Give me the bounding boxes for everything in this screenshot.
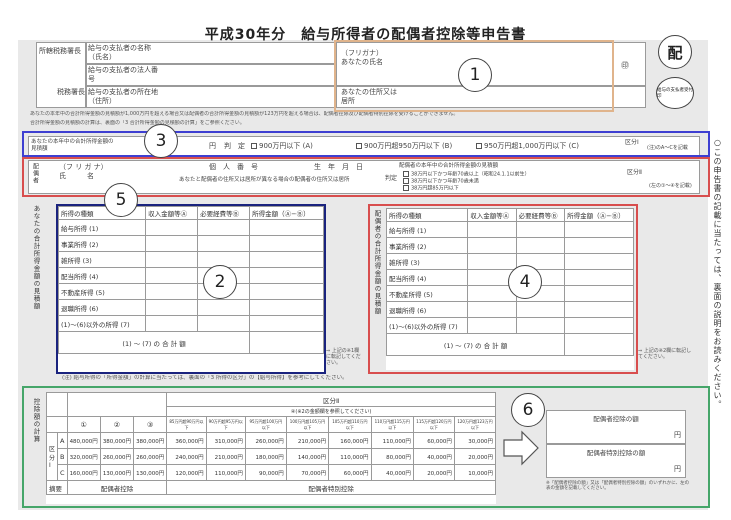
tax-office-cell[interactable]: 所轄税務署長 税務署長 [36, 42, 86, 108]
highlight-box-2 [56, 204, 326, 374]
tax-office-label: 所轄税務署長 [39, 47, 81, 55]
footnote: (注) 給与所得の「所得金額」の計算に当たっては、裏面の「3 所得の区分」の【給… [62, 375, 348, 381]
reception-stamp: 配 給与の支払者受付印 [652, 33, 702, 113]
highlight-box-3 [22, 131, 710, 157]
marker-4: 4 [508, 265, 542, 299]
marker-3: 3 [144, 124, 178, 158]
payer-number-cell[interactable]: 給与の支払者の法人番号 [86, 64, 336, 86]
payer-name-cell[interactable]: 給与の支払者の名称（氏名） [86, 42, 336, 64]
marker-2: 2 [203, 265, 237, 299]
stamp-mark: 配 [658, 35, 692, 69]
tax-office-bottom-label: 税務署長 [57, 87, 85, 96]
marker-1: 1 [458, 58, 492, 92]
right-calc-note: ⇒ 上記の※2欄に転記してください。 [638, 348, 692, 360]
payer-address-cell[interactable]: 給与の支払者の所在地（住所） [86, 86, 336, 108]
left-calc-note: ⇒ 上記の※1欄に転記してください。 [326, 348, 361, 366]
marker-5: 5 [104, 183, 138, 217]
highlight-box-6 [22, 386, 710, 508]
reception-seal-circle: 給与の支払者受付印 [656, 77, 694, 109]
payer-name-label: 給与の支払者の名称（氏名） [88, 44, 151, 61]
seal-mark: ㊞ [621, 61, 629, 70]
payer-address-label: 給与の支払者の所在地（住所） [88, 88, 158, 105]
payer-number-label: 給与の支払者の法人番号 [88, 66, 158, 83]
side-label-income-calc: あなたの合計所得金額の見積額 [32, 205, 40, 310]
right-vertical-note: ○この申告書の記載に当たっては、裏面の説明をお読みください。 [713, 138, 722, 409]
header-note-2: 合計所得金額の見積額の計算は、裏面の「3 合計所得金額の見積額の計算」をご参照く… [30, 120, 245, 126]
marker-6: 6 [511, 393, 545, 427]
highlight-box-4 [368, 204, 638, 374]
